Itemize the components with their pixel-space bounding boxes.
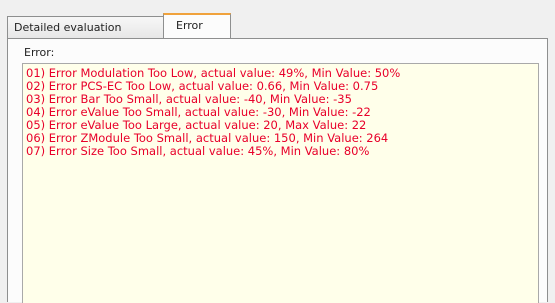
tab-error[interactable]: Error <box>163 13 231 38</box>
tab-strip: Detailed evaluation Error <box>7 13 231 38</box>
error-tab-panel: Error: 01) Error Modulation Too Low, act… <box>7 38 548 303</box>
tab-detailed-evaluation[interactable]: Detailed evaluation <box>7 16 164 38</box>
window: Detailed evaluation Error Error: 01) Err… <box>0 0 555 303</box>
error-label: Error: <box>24 46 55 59</box>
error-list-box[interactable]: 01) Error Modulation Too Low, actual val… <box>22 63 539 303</box>
error-line-7: 07) Error Size Too Small, actual value: … <box>26 144 370 158</box>
